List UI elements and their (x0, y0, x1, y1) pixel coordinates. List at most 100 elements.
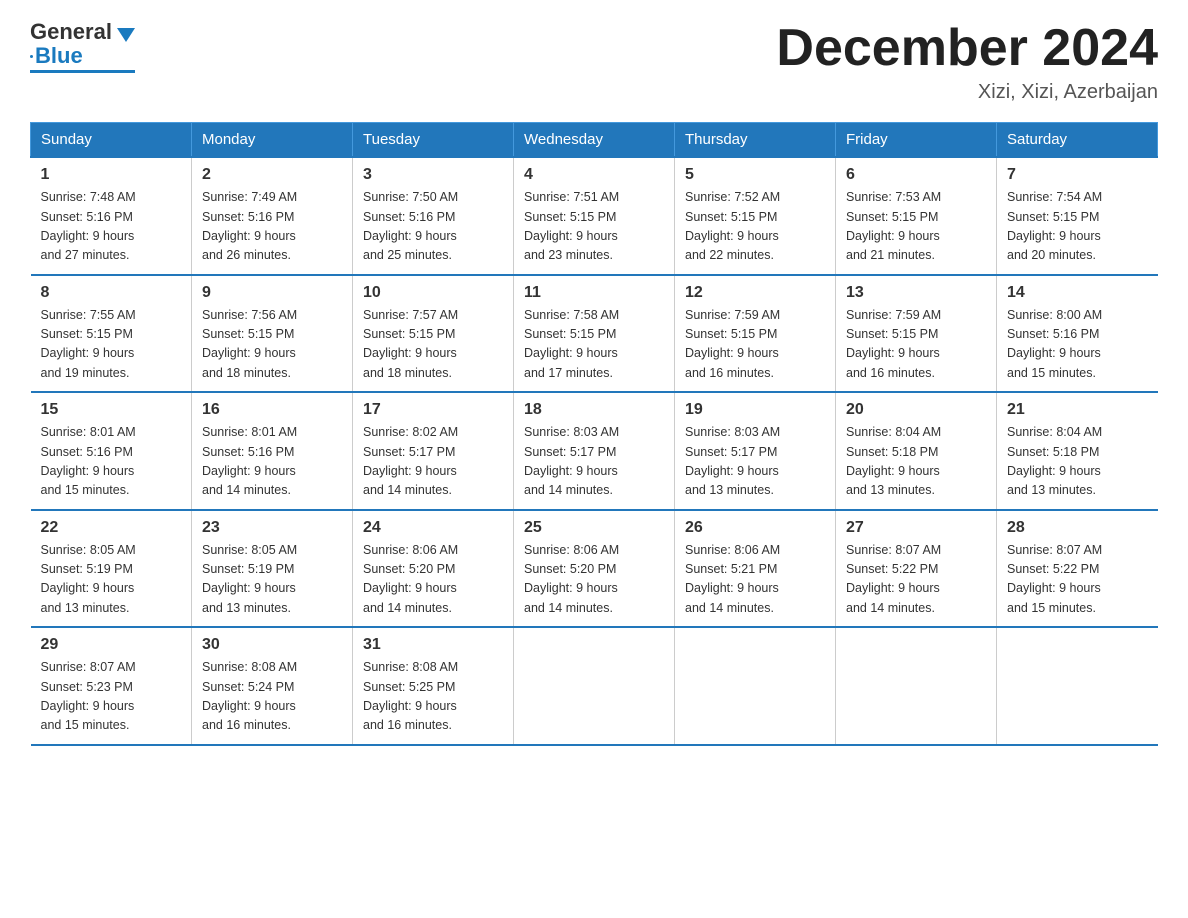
day-info: Sunrise: 7:53 AMSunset: 5:15 PMDaylight:… (846, 188, 986, 266)
day-info: Sunrise: 7:48 AMSunset: 5:16 PMDaylight:… (41, 188, 182, 266)
table-row: 28 Sunrise: 8:07 AMSunset: 5:22 PMDaylig… (997, 510, 1158, 628)
logo-underline (30, 70, 135, 73)
day-info: Sunrise: 8:00 AMSunset: 5:16 PMDaylight:… (1007, 306, 1148, 384)
table-row: 9 Sunrise: 7:56 AMSunset: 5:15 PMDayligh… (192, 275, 353, 393)
calendar-week-row: 1 Sunrise: 7:48 AMSunset: 5:16 PMDayligh… (31, 157, 1158, 275)
day-info: Sunrise: 7:52 AMSunset: 5:15 PMDaylight:… (685, 188, 825, 266)
day-info: Sunrise: 8:06 AMSunset: 5:20 PMDaylight:… (524, 541, 664, 619)
day-info: Sunrise: 8:06 AMSunset: 5:20 PMDaylight:… (363, 541, 503, 619)
day-info: Sunrise: 8:06 AMSunset: 5:21 PMDaylight:… (685, 541, 825, 619)
table-row: 5 Sunrise: 7:52 AMSunset: 5:15 PMDayligh… (675, 157, 836, 275)
table-row: 15 Sunrise: 8:01 AMSunset: 5:16 PMDaylig… (31, 392, 192, 510)
table-row: 21 Sunrise: 8:04 AMSunset: 5:18 PMDaylig… (997, 392, 1158, 510)
col-sunday: Sunday (31, 123, 192, 158)
day-number: 7 (1007, 166, 1148, 184)
table-row: 4 Sunrise: 7:51 AMSunset: 5:15 PMDayligh… (514, 157, 675, 275)
day-number: 29 (41, 636, 182, 654)
col-wednesday: Wednesday (514, 123, 675, 158)
day-info: Sunrise: 7:50 AMSunset: 5:16 PMDaylight:… (363, 188, 503, 266)
day-info: Sunrise: 7:56 AMSunset: 5:15 PMDaylight:… (202, 306, 342, 384)
title-section: December 2024 Xizi, Xizi, Azerbaijan (776, 20, 1158, 104)
day-info: Sunrise: 8:08 AMSunset: 5:24 PMDaylight:… (202, 658, 342, 736)
table-row: 18 Sunrise: 8:03 AMSunset: 5:17 PMDaylig… (514, 392, 675, 510)
day-info: Sunrise: 7:57 AMSunset: 5:15 PMDaylight:… (363, 306, 503, 384)
col-friday: Friday (836, 123, 997, 158)
day-info: Sunrise: 8:02 AMSunset: 5:17 PMDaylight:… (363, 423, 503, 501)
day-number: 13 (846, 284, 986, 302)
day-number: 18 (524, 401, 664, 419)
calendar-table: Sunday Monday Tuesday Wednesday Thursday… (30, 122, 1158, 746)
table-row: 12 Sunrise: 7:59 AMSunset: 5:15 PMDaylig… (675, 275, 836, 393)
table-row: 20 Sunrise: 8:04 AMSunset: 5:18 PMDaylig… (836, 392, 997, 510)
col-monday: Monday (192, 123, 353, 158)
col-thursday: Thursday (675, 123, 836, 158)
table-row: 31 Sunrise: 8:08 AMSunset: 5:25 PMDaylig… (353, 627, 514, 745)
table-row (514, 627, 675, 745)
day-number: 2 (202, 166, 342, 184)
table-row: 3 Sunrise: 7:50 AMSunset: 5:16 PMDayligh… (353, 157, 514, 275)
day-info: Sunrise: 8:07 AMSunset: 5:23 PMDaylight:… (41, 658, 182, 736)
logo-blue: Blue (35, 44, 83, 68)
day-info: Sunrise: 7:55 AMSunset: 5:15 PMDaylight:… (41, 306, 182, 384)
day-number: 25 (524, 519, 664, 537)
logo: General Blue (30, 20, 135, 73)
day-number: 8 (41, 284, 182, 302)
day-info: Sunrise: 8:05 AMSunset: 5:19 PMDaylight:… (202, 541, 342, 619)
table-row: 10 Sunrise: 7:57 AMSunset: 5:15 PMDaylig… (353, 275, 514, 393)
day-number: 27 (846, 519, 986, 537)
day-info: Sunrise: 7:51 AMSunset: 5:15 PMDaylight:… (524, 188, 664, 266)
table-row: 7 Sunrise: 7:54 AMSunset: 5:15 PMDayligh… (997, 157, 1158, 275)
day-info: Sunrise: 8:01 AMSunset: 5:16 PMDaylight:… (202, 423, 342, 501)
day-number: 28 (1007, 519, 1148, 537)
calendar-week-row: 8 Sunrise: 7:55 AMSunset: 5:15 PMDayligh… (31, 275, 1158, 393)
day-number: 31 (363, 636, 503, 654)
day-info: Sunrise: 8:03 AMSunset: 5:17 PMDaylight:… (524, 423, 664, 501)
day-info: Sunrise: 7:59 AMSunset: 5:15 PMDaylight:… (685, 306, 825, 384)
day-number: 6 (846, 166, 986, 184)
table-row: 8 Sunrise: 7:55 AMSunset: 5:15 PMDayligh… (31, 275, 192, 393)
day-info: Sunrise: 7:59 AMSunset: 5:15 PMDaylight:… (846, 306, 986, 384)
day-number: 26 (685, 519, 825, 537)
location-label: Xizi, Xizi, Azerbaijan (776, 81, 1158, 104)
day-info: Sunrise: 8:04 AMSunset: 5:18 PMDaylight:… (1007, 423, 1148, 501)
day-info: Sunrise: 7:54 AMSunset: 5:15 PMDaylight:… (1007, 188, 1148, 266)
day-number: 10 (363, 284, 503, 302)
day-info: Sunrise: 8:03 AMSunset: 5:17 PMDaylight:… (685, 423, 825, 501)
logo-general: General (30, 20, 112, 44)
day-number: 1 (41, 166, 182, 184)
day-number: 20 (846, 401, 986, 419)
table-row: 16 Sunrise: 8:01 AMSunset: 5:16 PMDaylig… (192, 392, 353, 510)
table-row (675, 627, 836, 745)
day-number: 9 (202, 284, 342, 302)
table-row: 19 Sunrise: 8:03 AMSunset: 5:17 PMDaylig… (675, 392, 836, 510)
day-number: 23 (202, 519, 342, 537)
table-row: 30 Sunrise: 8:08 AMSunset: 5:24 PMDaylig… (192, 627, 353, 745)
day-info: Sunrise: 8:07 AMSunset: 5:22 PMDaylight:… (846, 541, 986, 619)
table-row: 23 Sunrise: 8:05 AMSunset: 5:19 PMDaylig… (192, 510, 353, 628)
day-number: 4 (524, 166, 664, 184)
day-number: 17 (363, 401, 503, 419)
calendar-header-row: Sunday Monday Tuesday Wednesday Thursday… (31, 123, 1158, 158)
day-number: 19 (685, 401, 825, 419)
table-row: 24 Sunrise: 8:06 AMSunset: 5:20 PMDaylig… (353, 510, 514, 628)
day-number: 15 (41, 401, 182, 419)
logo-arrow-icon (117, 28, 135, 42)
table-row: 1 Sunrise: 7:48 AMSunset: 5:16 PMDayligh… (31, 157, 192, 275)
day-number: 22 (41, 519, 182, 537)
table-row: 13 Sunrise: 7:59 AMSunset: 5:15 PMDaylig… (836, 275, 997, 393)
table-row (836, 627, 997, 745)
table-row: 6 Sunrise: 7:53 AMSunset: 5:15 PMDayligh… (836, 157, 997, 275)
day-number: 21 (1007, 401, 1148, 419)
month-title: December 2024 (776, 20, 1158, 77)
table-row: 27 Sunrise: 8:07 AMSunset: 5:22 PMDaylig… (836, 510, 997, 628)
day-number: 3 (363, 166, 503, 184)
col-saturday: Saturday (997, 123, 1158, 158)
table-row: 29 Sunrise: 8:07 AMSunset: 5:23 PMDaylig… (31, 627, 192, 745)
day-number: 16 (202, 401, 342, 419)
day-info: Sunrise: 8:07 AMSunset: 5:22 PMDaylight:… (1007, 541, 1148, 619)
day-number: 30 (202, 636, 342, 654)
table-row: 22 Sunrise: 8:05 AMSunset: 5:19 PMDaylig… (31, 510, 192, 628)
day-info: Sunrise: 8:05 AMSunset: 5:19 PMDaylight:… (41, 541, 182, 619)
calendar-week-row: 22 Sunrise: 8:05 AMSunset: 5:19 PMDaylig… (31, 510, 1158, 628)
table-row: 17 Sunrise: 8:02 AMSunset: 5:17 PMDaylig… (353, 392, 514, 510)
